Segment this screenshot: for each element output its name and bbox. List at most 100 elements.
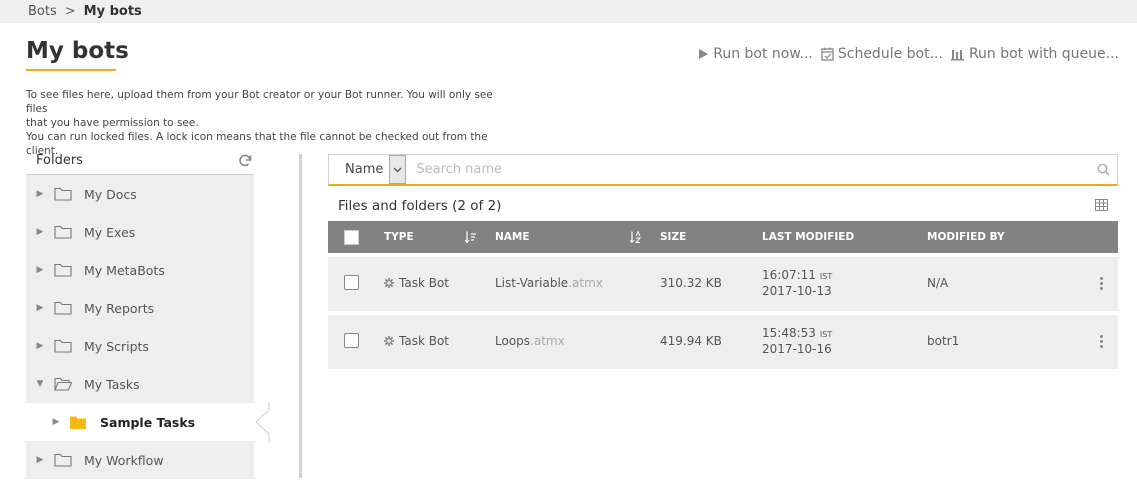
folder-item-my-exes[interactable]: ▶ My Exes	[26, 213, 254, 251]
expand-arrow-icon[interactable]: ▶	[26, 341, 54, 351]
schedule-bot-button[interactable]: Schedule bot...	[821, 46, 943, 62]
column-header-modified-by[interactable]: MODIFIED BY	[927, 231, 1005, 243]
size-cell: 310.32 KB	[660, 276, 722, 290]
action-bar: Run bot now... Schedule bot... Run bot w…	[698, 46, 1119, 62]
chevron-down-icon[interactable]	[389, 155, 407, 184]
folders-header-label: Folders	[36, 153, 83, 168]
row-checkbox[interactable]	[344, 275, 359, 290]
table-view-icon[interactable]	[1095, 199, 1108, 211]
search-field-select[interactable]: Name	[329, 155, 407, 184]
select-all-checkbox[interactable]	[344, 230, 359, 245]
expand-arrow-icon[interactable]: ▶	[26, 227, 54, 237]
folder-item-my-workflow[interactable]: ▶ My Workflow	[26, 441, 254, 479]
folder-item-my-reports[interactable]: ▶ My Reports	[26, 289, 254, 327]
type-label: Task Bot	[399, 276, 449, 290]
search-bar: Name	[328, 154, 1118, 186]
folder-icon	[54, 301, 72, 315]
queue-icon	[950, 49, 964, 60]
breadcrumb-parent-link[interactable]: Bots	[28, 4, 57, 19]
folder-item-my-docs[interactable]: ▶ My Docs	[26, 175, 254, 213]
page-title: My bots	[26, 38, 129, 64]
folder-item-sample-tasks[interactable]: ▶ Sample Tasks	[26, 402, 270, 442]
type-cell: Task Bot	[384, 334, 449, 348]
modified-time: 16:07:11	[762, 268, 816, 282]
table-header: TYPE NAME SIZE LAST MODIFIED MODIFIED BY	[328, 221, 1118, 253]
page-description: To see files here, upload them from your…	[26, 88, 516, 158]
run-bot-with-queue-button[interactable]: Run bot with queue...	[950, 46, 1119, 62]
expand-arrow-icon[interactable]: ▶	[26, 265, 54, 275]
modified-by-cell: N/A	[927, 276, 949, 290]
folder-label: My Reports	[84, 300, 155, 316]
modified-date: 2017-10-13	[762, 284, 832, 298]
last-modified-cell: 16:07:11 IST 2017-10-13	[762, 268, 832, 299]
breadcrumb-current: My bots	[83, 4, 142, 19]
title-underline	[26, 69, 116, 71]
description-line-2: that you have permission to see.	[26, 117, 199, 129]
folder-label: My MetaBots	[84, 262, 165, 278]
modified-date: 2017-10-16	[762, 342, 832, 356]
search-icon[interactable]	[1089, 163, 1117, 176]
folder-label: My Tasks	[84, 376, 140, 392]
size-cell: 419.94 KB	[660, 334, 722, 348]
name-cell[interactable]: Loops.atmx	[495, 334, 565, 348]
breadcrumb: Bots > My bots	[0, 0, 1137, 23]
expand-arrow-icon[interactable]: ▶	[26, 303, 54, 313]
file-extension: .atmx	[568, 276, 603, 290]
folders-panel: Folders ▶ My Docs ▶ My Exes ▶ My MetaBot…	[26, 150, 270, 480]
file-name: Loops	[495, 334, 531, 348]
column-header-size[interactable]: SIZE	[660, 231, 686, 243]
table-row[interactable]: Task Bot List-Variable.atmx 310.32 KB 16…	[328, 257, 1118, 311]
folders-header: Folders	[26, 150, 254, 175]
search-field-label: Name	[345, 162, 384, 177]
schedule-bot-label: Schedule bot...	[837, 46, 943, 62]
name-cell[interactable]: List-Variable.atmx	[495, 276, 603, 290]
sort-az-icon[interactable]	[630, 231, 642, 243]
run-bot-now-button[interactable]: Run bot now...	[698, 46, 813, 62]
timezone: IST	[819, 330, 833, 339]
row-checkbox[interactable]	[344, 333, 359, 348]
folder-icon	[54, 339, 72, 353]
task-bot-icon	[384, 336, 394, 346]
folder-open-icon	[54, 377, 72, 391]
file-name: List-Variable	[495, 276, 569, 290]
column-header-last-modified[interactable]: LAST MODIFIED	[762, 231, 854, 243]
table-row[interactable]: Task Bot Loops.atmx 419.94 KB 15:48:53 IS…	[328, 315, 1118, 369]
type-cell: Task Bot	[384, 276, 449, 290]
folder-icon	[54, 263, 72, 277]
panel-splitter[interactable]	[299, 154, 302, 478]
column-header-name[interactable]: NAME	[495, 231, 530, 243]
folder-item-my-metabots[interactable]: ▶ My MetaBots	[26, 251, 254, 289]
folder-item-my-tasks[interactable]: ▼ My Tasks	[26, 365, 254, 403]
calendar-icon	[821, 47, 834, 61]
timezone: IST	[819, 272, 833, 281]
file-extension: .atmx	[530, 334, 565, 348]
folder-label: Sample Tasks	[100, 414, 196, 430]
description-line-1: To see files here, upload them from your…	[26, 89, 493, 115]
play-icon	[699, 49, 709, 59]
run-bot-now-label: Run bot now...	[713, 46, 813, 62]
folder-label: My Workflow	[84, 452, 164, 468]
more-options-icon[interactable]	[1100, 335, 1103, 348]
search-input[interactable]	[406, 155, 1089, 184]
run-bot-with-queue-label: Run bot with queue...	[968, 46, 1119, 62]
folder-label: My Docs	[84, 186, 137, 202]
modified-by-cell: botr1	[927, 334, 960, 348]
expand-arrow-icon[interactable]: ▶	[26, 455, 54, 465]
type-label: Task Bot	[399, 334, 449, 348]
expand-arrow-icon[interactable]: ▶	[26, 189, 54, 199]
more-options-icon[interactable]	[1100, 277, 1103, 290]
folder-icon	[54, 225, 72, 239]
task-bot-icon	[384, 278, 394, 288]
selection-pointer	[255, 402, 270, 442]
column-header-type[interactable]: TYPE	[384, 231, 414, 243]
folder-label: My Scripts	[84, 338, 149, 354]
folder-icon	[54, 187, 72, 201]
sort-icon[interactable]	[465, 231, 477, 243]
files-heading: Files and folders (2 of 2)	[338, 198, 502, 214]
expand-arrow-icon[interactable]: ▶	[42, 417, 70, 427]
modified-time: 15:48:53	[762, 326, 816, 340]
refresh-icon[interactable]	[238, 154, 252, 168]
folder-item-my-scripts[interactable]: ▶ My Scripts	[26, 327, 254, 365]
folder-filled-icon	[70, 416, 86, 429]
collapse-arrow-icon[interactable]: ▼	[26, 379, 54, 389]
